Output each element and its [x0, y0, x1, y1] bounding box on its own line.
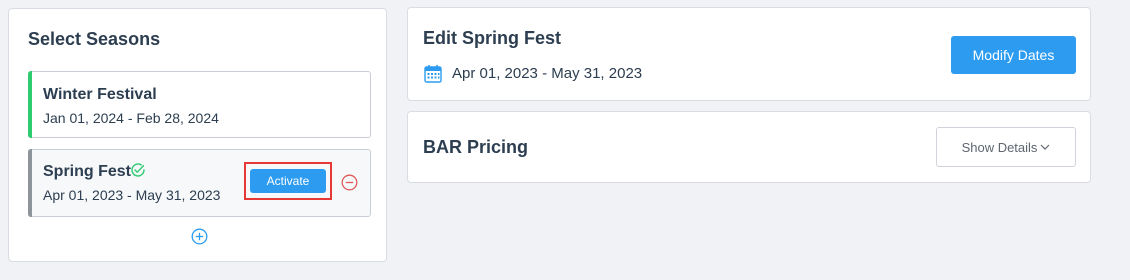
- calendar-icon: [424, 65, 442, 83]
- season-status-bar: [28, 71, 32, 138]
- season-dates: Apr 01, 2023 - May 31, 2023: [43, 187, 221, 203]
- season-card-winter-festival[interactable]: Winter Festival Jan 01, 2024 - Feb 28, 2…: [28, 71, 371, 138]
- modify-dates-button[interactable]: Modify Dates: [951, 36, 1076, 74]
- check-circle-icon: [131, 163, 145, 177]
- select-seasons-panel: Select Seasons Winter Festival Jan 01, 2…: [8, 8, 387, 262]
- bar-pricing-panel: BAR Pricing Show Details: [407, 111, 1091, 183]
- activate-button[interactable]: Activate: [250, 169, 326, 193]
- season-dates: Jan 01, 2024 - Feb 28, 2024: [43, 110, 219, 126]
- bar-pricing-title: BAR Pricing: [423, 137, 529, 157]
- show-details-label: Show Details: [961, 139, 1038, 155]
- edit-season-panel: Edit Spring Fest Apr 01, 2023 - May 31, …: [407, 7, 1091, 101]
- chevron-down-icon: [1041, 144, 1050, 150]
- season-status-bar: [28, 149, 32, 217]
- select-seasons-title: Select Seasons: [28, 29, 161, 49]
- activate-highlight: Activate: [244, 162, 332, 200]
- season-name: Spring Fest: [43, 163, 132, 180]
- plus-circle-icon[interactable]: [191, 228, 208, 245]
- edit-season-dates: Apr 01, 2023 - May 31, 2023: [452, 65, 643, 82]
- edit-season-title: Edit Spring Fest: [423, 28, 562, 48]
- show-details-button[interactable]: Show Details: [936, 127, 1076, 167]
- season-name: Winter Festival: [43, 86, 157, 103]
- minus-circle-icon[interactable]: [341, 174, 358, 191]
- season-card-spring-fest[interactable]: Spring Fest Apr 01, 2023 - May 31, 2023 …: [28, 149, 371, 217]
